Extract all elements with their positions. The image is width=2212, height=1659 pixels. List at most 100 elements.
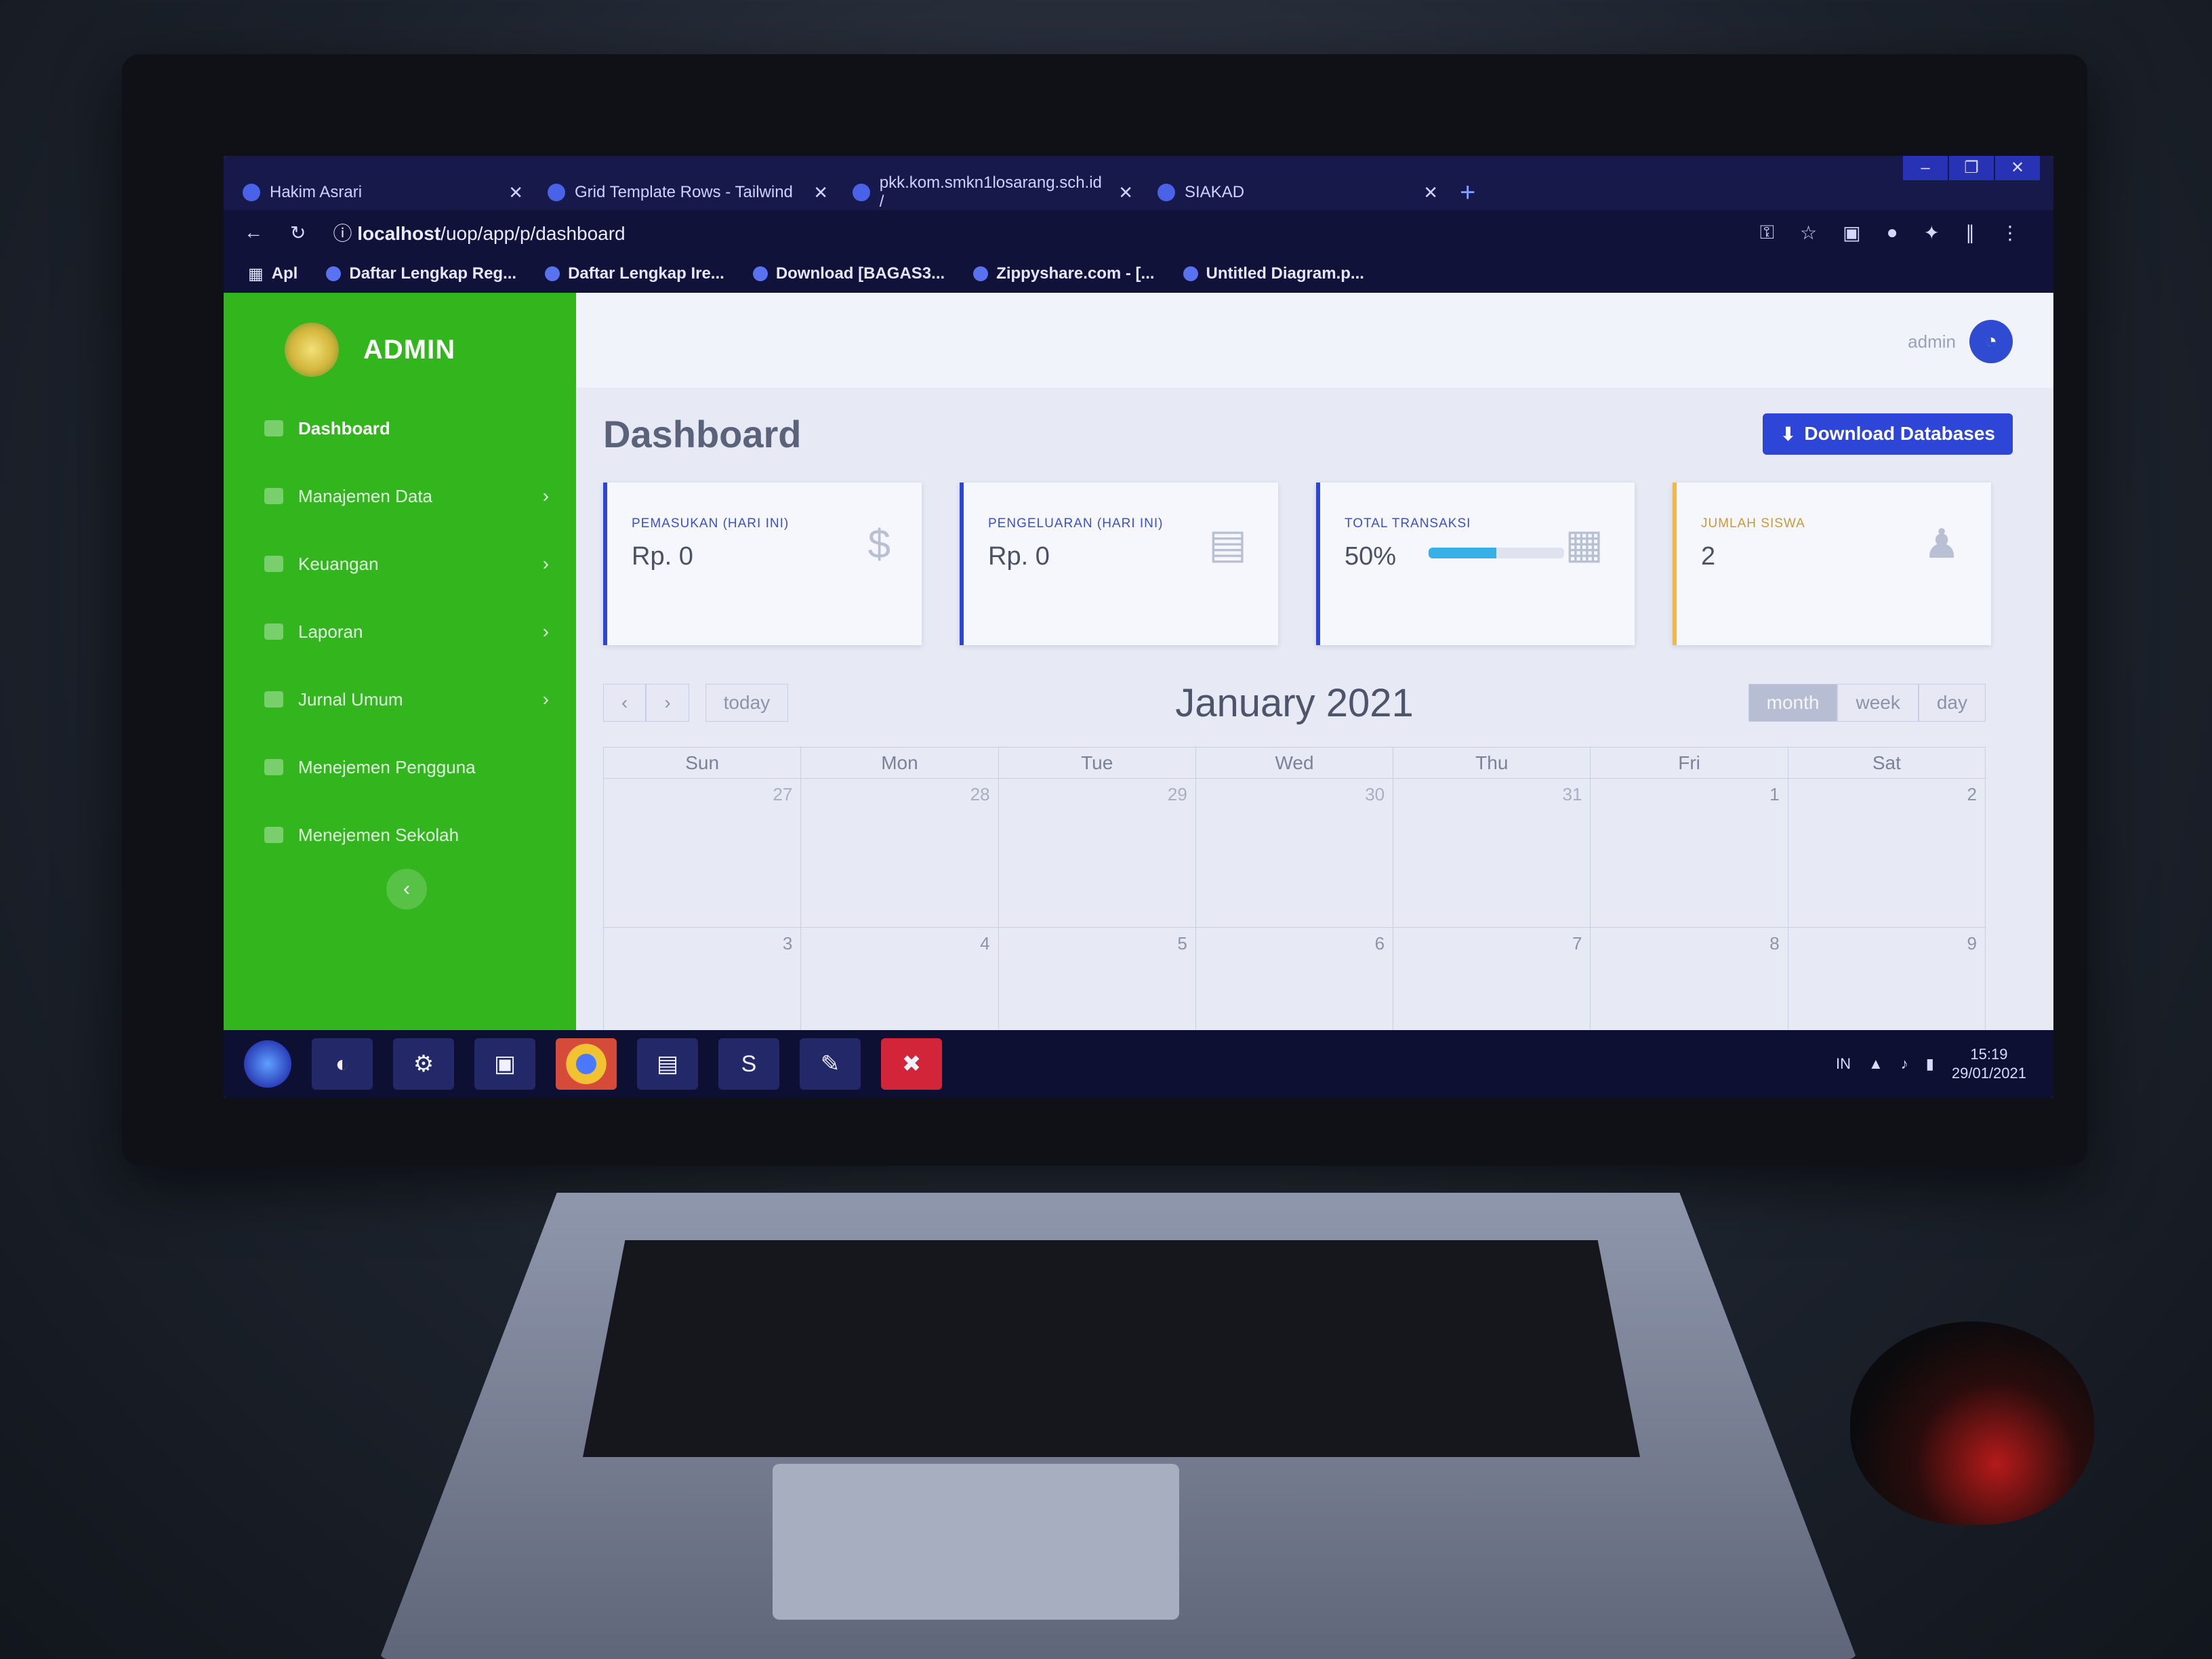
- extension-icon[interactable]: ▣: [1843, 222, 1860, 244]
- stat-card-total-transaksi: TOTAL TRANSAKSI 50% ▦: [1316, 483, 1635, 645]
- bookmark-item[interactable]: Untitled Diagram.p...: [1183, 264, 1364, 283]
- calendar-day-cell[interactable]: 28: [801, 779, 999, 928]
- minimize-button[interactable]: –: [1903, 156, 1948, 180]
- globe-icon: [545, 266, 560, 281]
- bookmark-item[interactable]: Download [BAGAS3...: [752, 264, 945, 283]
- weekday-header: Mon: [801, 747, 999, 779]
- browser-tab[interactable]: pkk.kom.smkn1losarang.sch.id / ✕: [840, 173, 1145, 211]
- key-icon[interactable]: ⚿: [1760, 222, 1774, 244]
- taskbar-app-icon[interactable]: ✎: [800, 1038, 861, 1090]
- weekday-header: Tue: [998, 747, 1196, 779]
- tab-favicon-icon: [548, 184, 565, 201]
- chrome-icon[interactable]: [556, 1038, 617, 1090]
- sidebar-item-label: Laporan: [298, 621, 363, 642]
- calendar-toolbar: ‹ › today January 2021 month week day: [603, 679, 1986, 726]
- language-indicator[interactable]: IN: [1836, 1055, 1851, 1073]
- calendar-day-cell[interactable]: 2: [1788, 779, 1986, 928]
- bookmark-item[interactable]: Daftar Lengkap Reg...: [326, 264, 516, 283]
- calendar-today-button[interactable]: today: [705, 684, 789, 722]
- tab-favicon-icon: [243, 184, 260, 201]
- calendar-grid: Sun Mon Tue Wed Thu Fri Sat 27 28 29 30 31 1 2…: [603, 747, 1986, 1077]
- menu-icon[interactable]: ⋮: [2001, 222, 2020, 244]
- taskbar-app-icon[interactable]: ◐: [312, 1038, 373, 1090]
- close-window-button[interactable]: ✕: [1995, 156, 2040, 180]
- window-controls: – ❐ ✕: [1902, 156, 2040, 180]
- stat-card-pengeluaran: PENGELUARAN (HARI INI) Rp. 0 ▤: [960, 483, 1278, 645]
- bookmark-item[interactable]: ▦ Apl: [248, 264, 298, 284]
- browser-tab[interactable]: Grid Template Rows - Tailwind ✕: [535, 175, 840, 210]
- sidebar-item-manajemen-data[interactable]: Manajemen Data ›: [224, 462, 576, 530]
- star-icon[interactable]: ☆: [1800, 222, 1817, 244]
- sidebar-nav: Dashboard Manajemen Data › Keuangan › La…: [224, 394, 576, 869]
- tab-favicon-icon: [853, 184, 870, 201]
- dashboard-icon: [264, 420, 283, 436]
- taskbar-app-icon[interactable]: ▣: [474, 1038, 535, 1090]
- view-week-button[interactable]: week: [1837, 684, 1919, 722]
- calendar-day-cell[interactable]: 27: [604, 779, 802, 928]
- url-field[interactable]: ⓘ localhost/uop/app/p/dashboard: [333, 219, 625, 246]
- close-icon[interactable]: ✕: [508, 182, 523, 203]
- sidebar-item-label: Menejemen Pengguna: [298, 756, 476, 777]
- calendar-day-cell[interactable]: 30: [1195, 779, 1394, 928]
- chevron-right-icon: ›: [542, 621, 549, 642]
- calendar-day-cell[interactable]: 29: [998, 779, 1196, 928]
- bookmark-label: Apl: [271, 264, 298, 283]
- browser-titlebar: Hakim Asrari ✕ Grid Template Rows - Tail…: [224, 156, 2053, 211]
- main-content: admin ◔ Dashboard ⬇ Download Databases P…: [576, 293, 2053, 1077]
- weekday-header: Sun: [604, 747, 802, 779]
- graduate-icon: ♟: [1923, 521, 1960, 567]
- xampp-icon[interactable]: ✖: [881, 1038, 942, 1090]
- clock-date: 29/01/2021: [1951, 1065, 2026, 1082]
- user-menu[interactable]: admin ◔: [1908, 320, 2013, 363]
- pause-icon[interactable]: ∥: [1965, 222, 1975, 244]
- sidebar-item-menejemen-sekolah[interactable]: Menejemen Sekolah: [224, 801, 576, 869]
- sidebar-brand[interactable]: ADMIN: [224, 293, 576, 388]
- sidebar-item-keuangan[interactable]: Keuangan ›: [224, 530, 576, 598]
- back-icon[interactable]: ←: [244, 222, 263, 243]
- close-icon[interactable]: ✕: [1423, 182, 1438, 203]
- sidebar-item-label: Jurnal Umum: [298, 689, 403, 710]
- close-icon[interactable]: ✕: [813, 182, 828, 203]
- view-day-button[interactable]: day: [1918, 684, 1986, 722]
- download-icon: ⬇: [1780, 423, 1797, 445]
- calendar-next-button[interactable]: ›: [646, 684, 689, 722]
- browser-tab-active[interactable]: SIAKAD ✕: [1145, 175, 1450, 210]
- dollar-icon: $: [867, 521, 890, 567]
- apps-icon: ▦: [248, 264, 264, 283]
- calendar-prev-button[interactable]: ‹: [603, 684, 647, 722]
- start-button[interactable]: [244, 1040, 291, 1088]
- volume-icon[interactable]: ♪: [1901, 1055, 1908, 1073]
- new-tab-icon[interactable]: +: [1450, 175, 1475, 210]
- bookmark-item[interactable]: Daftar Lengkap Ire...: [545, 264, 724, 283]
- clipboard-icon: ▦: [1565, 521, 1603, 567]
- tray-expand-icon[interactable]: ▲: [1868, 1055, 1883, 1073]
- sidebar-item-dashboard[interactable]: Dashboard: [224, 394, 576, 462]
- sublime-icon[interactable]: S: [718, 1038, 779, 1090]
- download-databases-button[interactable]: ⬇ Download Databases: [1762, 413, 2013, 455]
- calendar-view-switch: month week day: [1748, 684, 1986, 722]
- folder-icon[interactable]: ▤: [637, 1038, 698, 1090]
- bookmark-favicon-icon: [752, 266, 768, 281]
- clock[interactable]: 15:19 29/01/2021: [1952, 1045, 2026, 1083]
- clock-time: 15:19: [1970, 1046, 2008, 1063]
- sidebar-item-jurnal-umum[interactable]: Jurnal Umum ›: [224, 665, 576, 733]
- sidebar-item-laporan[interactable]: Laporan ›: [224, 598, 576, 665]
- bookmark-favicon-icon: [1183, 266, 1198, 281]
- close-icon[interactable]: ✕: [1118, 182, 1133, 203]
- browser-tab[interactable]: Hakim Asrari ✕: [230, 175, 535, 210]
- network-icon[interactable]: ▮: [1926, 1055, 1934, 1073]
- sidebar-item-menejemen-pengguna[interactable]: Menejemen Pengguna: [224, 733, 576, 801]
- extension-icon[interactable]: ●: [1887, 222, 1898, 244]
- windows-taskbar: ◐ ⚙ ▣ ▤ S ✎ ✖ IN ▲ ♪ ▮ 15:19 29/01/2021: [224, 1030, 2053, 1098]
- reload-icon[interactable]: ↻: [290, 222, 306, 244]
- view-month-button[interactable]: month: [1748, 684, 1838, 722]
- money-icon: [264, 556, 283, 572]
- puzzle-icon[interactable]: ✦: [1924, 222, 1940, 244]
- calendar-day-cell[interactable]: 1: [1591, 779, 1788, 928]
- calendar-day-cell[interactable]: 31: [1393, 779, 1591, 928]
- taskbar-app-icon[interactable]: ⚙: [393, 1038, 454, 1090]
- maximize-button[interactable]: ❐: [1949, 156, 1994, 180]
- sidebar-collapse-button[interactable]: ‹: [386, 869, 427, 909]
- calendar: ‹ › today January 2021 month week day Su…: [603, 679, 1986, 1077]
- bookmark-item[interactable]: Zippyshare.com - [...: [973, 264, 1155, 283]
